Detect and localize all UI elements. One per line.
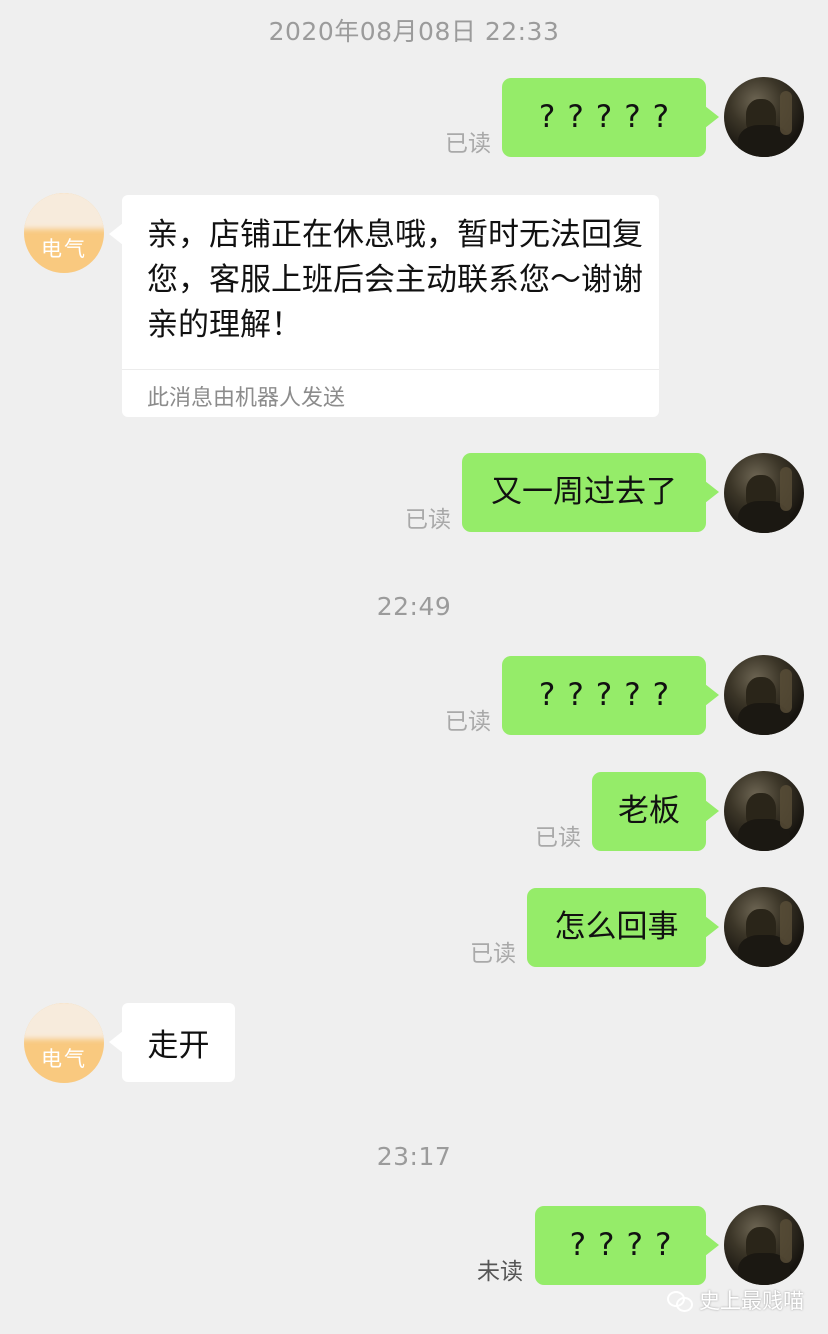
robot-notice: 此消息由机器人发送	[147, 386, 346, 411]
wechat-icon	[667, 1289, 693, 1312]
sent-message-bubble[interactable]: ?????	[502, 78, 719, 157]
shop-avatar-label: 电气	[41, 1047, 87, 1071]
read-status: 已读	[470, 941, 516, 967]
watermark-text: 史上最贱喵	[699, 1289, 804, 1313]
sent-message-bubble[interactable]: ????	[535, 1206, 719, 1285]
unread-status: 未读	[477, 1259, 523, 1285]
read-status: 已读	[405, 507, 451, 533]
user-avatar[interactable]	[724, 1205, 804, 1285]
sent-message-bubble[interactable]: 怎么回事	[527, 888, 719, 967]
timestamp: 22:49	[376, 592, 452, 621]
read-status: 已读	[445, 131, 491, 157]
user-avatar[interactable]	[724, 77, 804, 157]
timestamp: 23:17	[376, 1142, 452, 1171]
auto-reply-text: 亲，店铺正在休息哦，暂时无法回复您，客服上班后会主动联系您～谢谢亲的理解！	[147, 217, 643, 343]
user-avatar[interactable]	[724, 771, 804, 851]
sent-message-bubble[interactable]: 老板	[592, 772, 719, 851]
read-status: 已读	[535, 825, 581, 851]
shop-avatar[interactable]: 电气	[24, 193, 104, 273]
user-avatar[interactable]	[724, 453, 804, 533]
timestamp: 2020年08月08日 22:33	[268, 17, 560, 46]
shop-avatar-label: 电气	[41, 237, 87, 261]
received-message-bubble[interactable]: 走开	[109, 1003, 235, 1082]
auto-reply-card[interactable]: 亲，店铺正在休息哦，暂时无法回复您，客服上班后会主动联系您～谢谢亲的理解！ 此消…	[109, 195, 659, 417]
user-avatar[interactable]	[724, 887, 804, 967]
sent-message-bubble[interactable]: ?????	[502, 656, 719, 735]
divider	[122, 369, 659, 370]
shop-avatar[interactable]: 电气	[24, 1003, 104, 1083]
user-avatar[interactable]	[724, 655, 804, 735]
sent-message-bubble[interactable]: 又一周过去了	[462, 453, 719, 532]
watermark: 史上最贱喵	[667, 1285, 804, 1315]
read-status: 已读	[445, 709, 491, 735]
